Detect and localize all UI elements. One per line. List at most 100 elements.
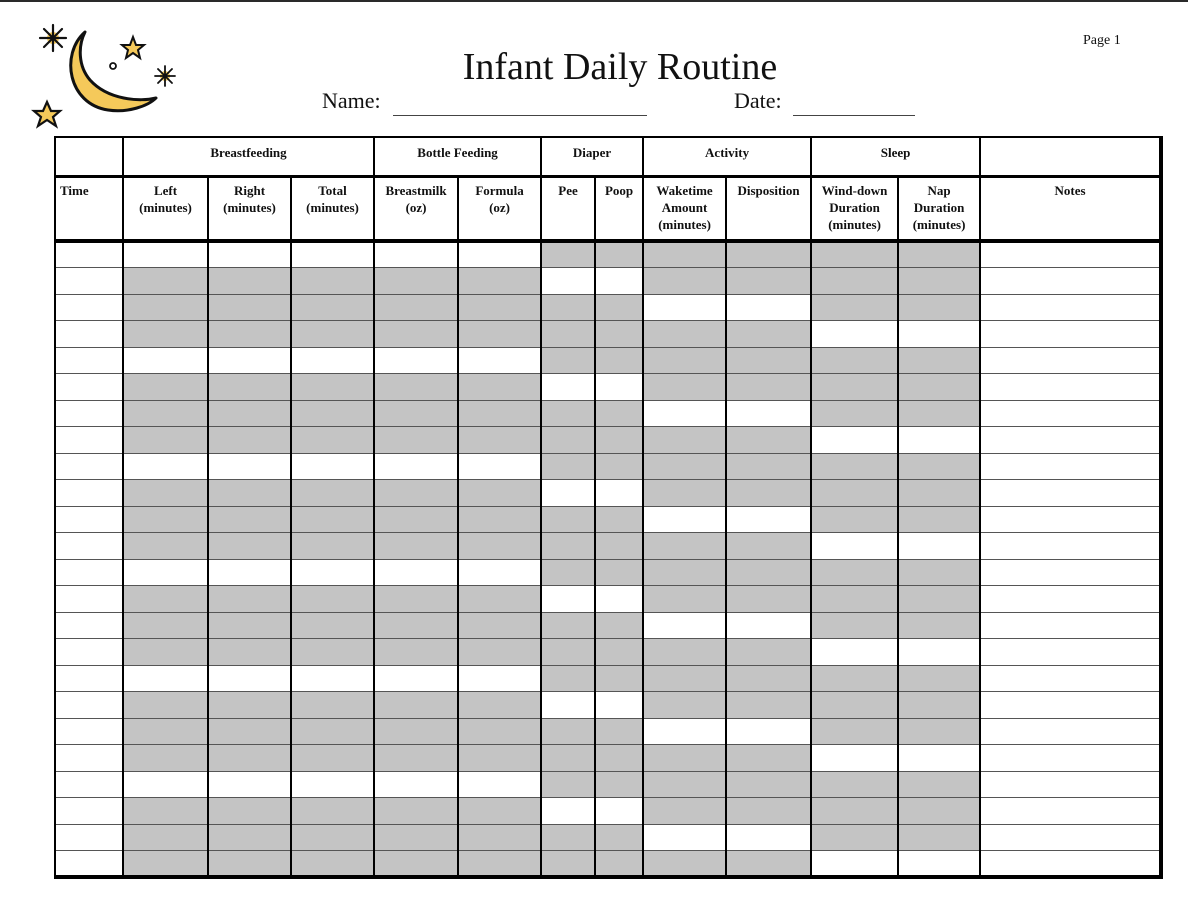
cell-notes[interactable] [979,558,1163,586]
cell-waketime[interactable] [642,850,728,878]
cell-poop[interactable] [594,240,645,268]
cell-nap[interactable] [897,638,982,666]
cell-time[interactable] [54,664,124,692]
cell-nap[interactable] [897,823,982,851]
cell-time[interactable] [54,532,124,560]
cell-total[interactable] [289,611,376,639]
cell-poop[interactable] [594,293,645,321]
cell-poop[interactable] [594,452,645,480]
cell-winddown[interactable] [810,585,900,613]
name-field[interactable] [393,115,647,116]
cell-notes[interactable] [979,479,1163,507]
cell-disposition[interactable] [725,452,813,480]
cell-right[interactable] [207,585,292,613]
cell-winddown[interactable] [810,558,900,586]
cell-time[interactable] [54,638,124,666]
cell-notes[interactable] [979,240,1163,268]
cell-winddown[interactable] [810,823,900,851]
cell-notes[interactable] [979,823,1163,851]
cell-total[interactable] [289,293,376,321]
cell-poop[interactable] [594,823,645,851]
cell-nap[interactable] [897,717,982,745]
cell-disposition[interactable] [725,479,813,507]
cell-waketime[interactable] [642,320,728,348]
cell-time[interactable] [54,744,124,772]
cell-notes[interactable] [979,346,1163,374]
cell-poop[interactable] [594,320,645,348]
cell-total[interactable] [289,664,376,692]
cell-total[interactable] [289,399,376,427]
cell-formula[interactable] [457,850,543,878]
cell-winddown[interactable] [810,505,900,533]
cell-breastmilk[interactable] [373,293,460,321]
cell-disposition[interactable] [725,293,813,321]
cell-time[interactable] [54,558,124,586]
cell-notes[interactable] [979,452,1163,480]
cell-poop[interactable] [594,505,645,533]
cell-breastmilk[interactable] [373,797,460,825]
cell-formula[interactable] [457,611,543,639]
cell-left[interactable] [122,558,209,586]
cell-total[interactable] [289,346,376,374]
cell-right[interactable] [207,293,292,321]
cell-winddown[interactable] [810,320,900,348]
cell-total[interactable] [289,717,376,745]
cell-waketime[interactable] [642,346,728,374]
cell-left[interactable] [122,744,209,772]
cell-nap[interactable] [897,664,982,692]
cell-breastmilk[interactable] [373,611,460,639]
cell-winddown[interactable] [810,452,900,480]
cell-left[interactable] [122,293,209,321]
cell-nap[interactable] [897,373,982,401]
cell-notes[interactable] [979,770,1163,798]
cell-left[interactable] [122,479,209,507]
cell-pee[interactable] [540,823,597,851]
cell-total[interactable] [289,585,376,613]
cell-winddown[interactable] [810,664,900,692]
cell-right[interactable] [207,717,292,745]
cell-nap[interactable] [897,346,982,374]
cell-total[interactable] [289,505,376,533]
cell-right[interactable] [207,505,292,533]
cell-winddown[interactable] [810,267,900,295]
cell-time[interactable] [54,426,124,454]
cell-notes[interactable] [979,399,1163,427]
cell-time[interactable] [54,399,124,427]
cell-breastmilk[interactable] [373,505,460,533]
cell-winddown[interactable] [810,346,900,374]
cell-formula[interactable] [457,744,543,772]
cell-nap[interactable] [897,479,982,507]
cell-right[interactable] [207,638,292,666]
cell-winddown[interactable] [810,691,900,719]
cell-poop[interactable] [594,373,645,401]
cell-formula[interactable] [457,479,543,507]
cell-formula[interactable] [457,532,543,560]
cell-notes[interactable] [979,267,1163,295]
cell-disposition[interactable] [725,426,813,454]
cell-breastmilk[interactable] [373,346,460,374]
cell-right[interactable] [207,744,292,772]
cell-notes[interactable] [979,664,1163,692]
cell-time[interactable] [54,585,124,613]
cell-formula[interactable] [457,770,543,798]
cell-time[interactable] [54,691,124,719]
cell-notes[interactable] [979,585,1163,613]
cell-breastmilk[interactable] [373,770,460,798]
cell-winddown[interactable] [810,797,900,825]
cell-right[interactable] [207,770,292,798]
cell-formula[interactable] [457,823,543,851]
cell-pee[interactable] [540,267,597,295]
cell-left[interactable] [122,770,209,798]
cell-winddown[interactable] [810,532,900,560]
cell-formula[interactable] [457,293,543,321]
cell-pee[interactable] [540,850,597,878]
cell-breastmilk[interactable] [373,691,460,719]
cell-disposition[interactable] [725,664,813,692]
cell-pee[interactable] [540,346,597,374]
cell-notes[interactable] [979,611,1163,639]
cell-formula[interactable] [457,426,543,454]
cell-time[interactable] [54,717,124,745]
cell-left[interactable] [122,320,209,348]
cell-pee[interactable] [540,664,597,692]
cell-right[interactable] [207,240,292,268]
